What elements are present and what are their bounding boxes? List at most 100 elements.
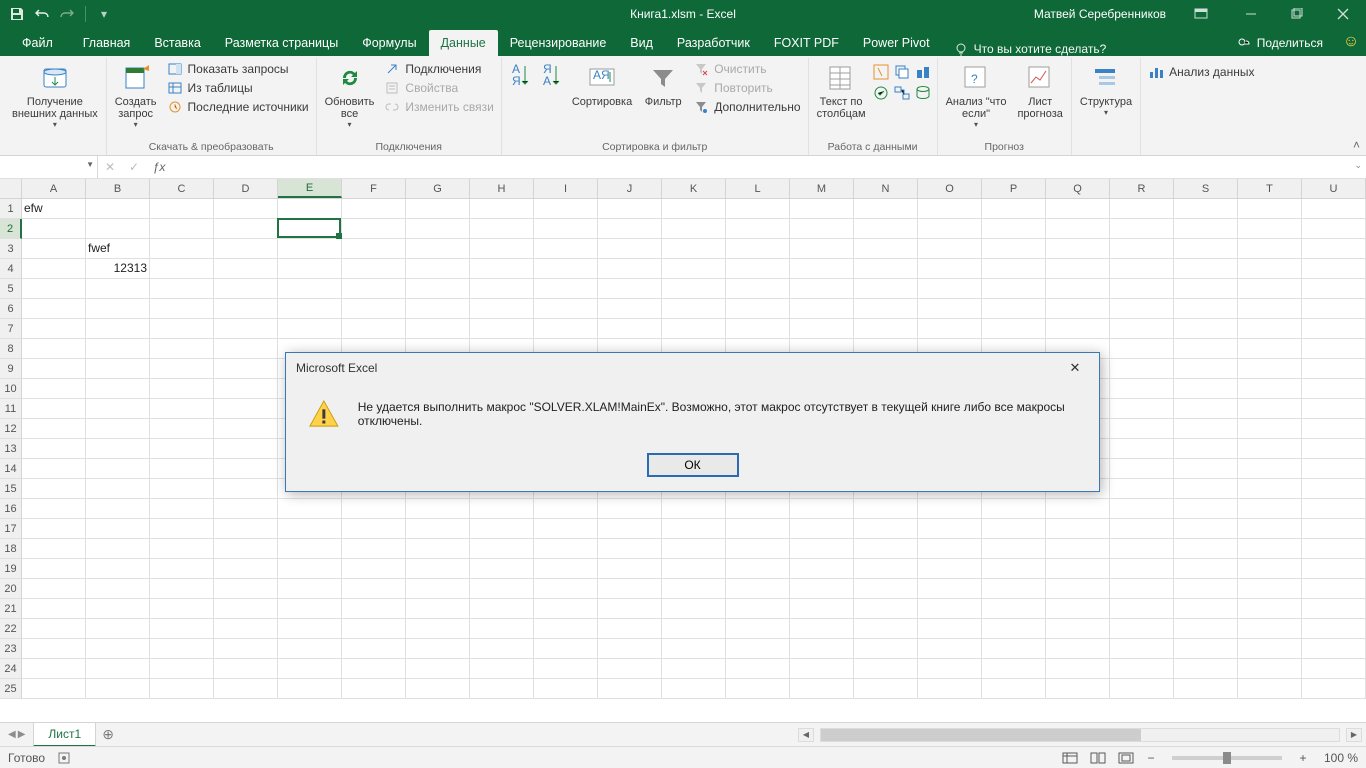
column-header[interactable]: B xyxy=(86,179,150,198)
cell[interactable] xyxy=(214,379,278,399)
cell[interactable] xyxy=(22,439,86,459)
cell[interactable] xyxy=(22,619,86,639)
cell[interactable] xyxy=(790,519,854,539)
name-box[interactable]: ▼ xyxy=(0,156,98,178)
column-header[interactable]: L xyxy=(726,179,790,198)
cell[interactable] xyxy=(150,219,214,239)
cell[interactable] xyxy=(150,679,214,699)
cell[interactable] xyxy=(278,559,342,579)
cell[interactable] xyxy=(278,319,342,339)
cell[interactable] xyxy=(1046,259,1110,279)
share-button[interactable]: Поделиться xyxy=(1224,30,1336,56)
cell[interactable] xyxy=(342,559,406,579)
cell[interactable] xyxy=(214,679,278,699)
cell[interactable] xyxy=(854,519,918,539)
cell[interactable] xyxy=(1174,399,1238,419)
cell[interactable] xyxy=(726,519,790,539)
cell[interactable] xyxy=(1174,659,1238,679)
cell[interactable] xyxy=(1174,239,1238,259)
cell[interactable] xyxy=(1302,559,1366,579)
what-if-button[interactable]: ? Анализ "что если" ▾ xyxy=(942,60,1011,131)
column-header[interactable]: U xyxy=(1302,179,1366,198)
row-header[interactable]: 9 xyxy=(0,359,22,379)
row-header[interactable]: 12 xyxy=(0,419,22,439)
zoom-out-button[interactable]: − xyxy=(1144,751,1158,765)
cell[interactable] xyxy=(790,499,854,519)
cell[interactable] xyxy=(470,619,534,639)
cell[interactable] xyxy=(1110,579,1174,599)
cell[interactable] xyxy=(982,659,1046,679)
cell[interactable] xyxy=(790,259,854,279)
cell[interactable] xyxy=(598,499,662,519)
row-header[interactable]: 5 xyxy=(0,279,22,299)
cell[interactable] xyxy=(982,619,1046,639)
cell[interactable] xyxy=(982,279,1046,299)
cell[interactable] xyxy=(790,279,854,299)
cell[interactable] xyxy=(406,259,470,279)
sort-desc-button[interactable]: ЯA xyxy=(537,60,565,92)
row-header[interactable]: 16 xyxy=(0,499,22,519)
cell[interactable] xyxy=(918,659,982,679)
cell[interactable] xyxy=(214,639,278,659)
cell[interactable] xyxy=(86,339,150,359)
cell[interactable] xyxy=(342,539,406,559)
outline-button[interactable]: Структура ▾ xyxy=(1076,60,1136,119)
cell[interactable] xyxy=(918,559,982,579)
cell[interactable] xyxy=(22,419,86,439)
cell[interactable] xyxy=(214,559,278,579)
cell[interactable] xyxy=(1302,599,1366,619)
cell[interactable] xyxy=(726,639,790,659)
cell[interactable] xyxy=(1238,319,1302,339)
cell[interactable] xyxy=(1238,539,1302,559)
cell[interactable] xyxy=(918,499,982,519)
cell[interactable] xyxy=(1174,439,1238,459)
cell[interactable] xyxy=(598,659,662,679)
column-header[interactable]: I xyxy=(534,179,598,198)
cell[interactable] xyxy=(598,539,662,559)
tab-formulas[interactable]: Формулы xyxy=(350,30,428,56)
cell[interactable] xyxy=(1110,399,1174,419)
cell[interactable] xyxy=(726,659,790,679)
cell[interactable] xyxy=(470,659,534,679)
cell[interactable] xyxy=(534,679,598,699)
cell[interactable] xyxy=(1110,379,1174,399)
cell[interactable] xyxy=(150,559,214,579)
cell[interactable] xyxy=(662,319,726,339)
cell[interactable] xyxy=(470,199,534,219)
cell[interactable] xyxy=(662,559,726,579)
cell[interactable] xyxy=(86,579,150,599)
cell[interactable] xyxy=(214,299,278,319)
cell[interactable] xyxy=(726,679,790,699)
cell[interactable] xyxy=(1238,619,1302,639)
cell[interactable] xyxy=(1302,419,1366,439)
cell[interactable] xyxy=(726,599,790,619)
cell[interactable] xyxy=(1046,319,1110,339)
row-header[interactable]: 18 xyxy=(0,539,22,559)
cell[interactable] xyxy=(534,199,598,219)
page-break-view-icon[interactable] xyxy=(1116,750,1136,766)
cell[interactable]: 12313 xyxy=(86,259,150,279)
cell[interactable] xyxy=(790,599,854,619)
cell[interactable] xyxy=(150,639,214,659)
cell[interactable] xyxy=(1302,619,1366,639)
cell[interactable] xyxy=(598,279,662,299)
zoom-level[interactable]: 100 % xyxy=(1324,751,1358,765)
cell[interactable] xyxy=(1174,379,1238,399)
row-header[interactable]: 10 xyxy=(0,379,22,399)
row-header[interactable]: 25 xyxy=(0,679,22,699)
cell[interactable] xyxy=(1302,279,1366,299)
cell[interactable] xyxy=(1110,599,1174,619)
cell[interactable] xyxy=(86,659,150,679)
cell[interactable] xyxy=(534,279,598,299)
cell[interactable] xyxy=(342,279,406,299)
undo-icon[interactable] xyxy=(31,4,53,24)
cell[interactable] xyxy=(1302,519,1366,539)
cell[interactable] xyxy=(918,639,982,659)
cell[interactable] xyxy=(1238,339,1302,359)
cell[interactable] xyxy=(1238,219,1302,239)
cell[interactable] xyxy=(1110,359,1174,379)
row-header[interactable]: 13 xyxy=(0,439,22,459)
cell[interactable] xyxy=(598,679,662,699)
dialog-ok-button[interactable]: ОК xyxy=(647,453,739,477)
cell[interactable] xyxy=(150,599,214,619)
